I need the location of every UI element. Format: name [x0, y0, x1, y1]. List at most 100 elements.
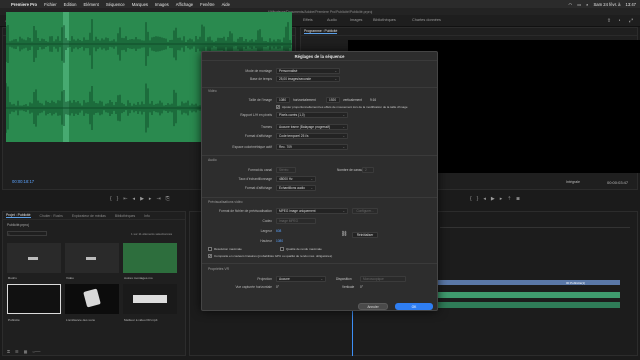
preview-height-input[interactable]: 1080 — [276, 239, 283, 243]
max-bit-depth-checkbox[interactable] — [208, 247, 212, 251]
vertical-view-label: Verticale — [342, 285, 355, 289]
tab-project[interactable]: Projet : Publicité — [6, 213, 31, 218]
play-icon[interactable]: ▶ — [140, 196, 144, 202]
lock-icon[interactable]: ⚿ — [7, 349, 10, 354]
frame-width-input[interactable]: 1080 — [276, 97, 290, 103]
search-icon: ⌕ — [8, 232, 10, 236]
menubar-time[interactable]: 13:47 — [626, 2, 636, 7]
linear-color-label: Composite en couleurs linéaires (probabi… — [214, 254, 333, 258]
workspace-tab-audio[interactable]: Audio — [327, 18, 337, 22]
editing-mode-select[interactable]: Personnalisé ⌄ — [276, 68, 340, 74]
quick-export-icon[interactable]: ⇧ — [606, 18, 612, 24]
menu-markers[interactable]: Marques — [132, 2, 148, 7]
link-icon[interactable]: ⛓ — [341, 231, 347, 237]
menu-window[interactable]: Fenêtre — [200, 2, 214, 7]
menu-sequence[interactable]: Séquence — [106, 2, 125, 7]
progress-icon[interactable]: ◔ — [616, 18, 622, 24]
tab-libraries[interactable]: Bibliothèques — [115, 214, 135, 218]
go-to-in-icon[interactable]: ⇤ — [123, 196, 127, 202]
prog-mark-in-icon[interactable]: { — [470, 196, 472, 202]
program-fit-select[interactable]: Intégrale — [566, 180, 580, 184]
step-forward-icon[interactable]: ▸ — [149, 196, 152, 202]
menu-view[interactable]: Affichage — [176, 2, 193, 7]
project-search-input[interactable]: ⌕ — [7, 231, 47, 236]
step-back-icon[interactable]: ◂ — [133, 196, 136, 202]
bin-thumb-video[interactable]: ▬ — [65, 243, 119, 273]
workspace-tab-graphics[interactable]: Images — [350, 18, 362, 22]
menu-file[interactable]: Fichier — [44, 2, 57, 7]
wifi-icon[interactable]: ◠ — [569, 2, 573, 7]
sequence-thumb-publicite[interactable] — [7, 284, 61, 314]
workspace-tab-libraries[interactable]: Bibliothèques — [373, 18, 396, 22]
program-duration[interactable]: 00:00:03:47 — [607, 180, 628, 185]
editing-mode-label: Mode de montage — [245, 69, 272, 73]
vertical-view-value[interactable]: 0° — [360, 285, 363, 289]
insert-icon[interactable]: ⎘ — [166, 196, 170, 202]
projection-select[interactable]: Aucune ⌄ — [276, 276, 326, 282]
search-icon[interactable]: ⌕ — [586, 2, 588, 7]
chevron-down-icon: ⌄ — [310, 177, 313, 181]
editing-mode-value: Personnalisé — [279, 69, 298, 73]
scale-motion-checkbox[interactable]: ✓ — [276, 105, 280, 109]
workspace-tab-effects[interactable]: Effets — [303, 18, 313, 22]
max-render-quality-checkbox[interactable] — [280, 247, 284, 251]
tab-bin-rushs[interactable]: Chutier : Rushs — [40, 214, 63, 218]
list-view-icon[interactable]: ☰ — [15, 349, 19, 354]
audio-display-format-select[interactable]: Echantillons audio ⌄ — [276, 185, 316, 191]
channel-format-select: Stéréo — [276, 167, 296, 173]
sample-rate-label: Taux d'échantillonnage — [238, 177, 272, 181]
dialog-title: Réglages de la séquence — [202, 52, 437, 61]
icon-view-icon[interactable]: ▦ — [24, 349, 28, 354]
clip-thumb-ambiance[interactable] — [65, 284, 119, 314]
fields-select[interactable]: Aucune trame (Balayage progressif) ⌄ — [276, 124, 348, 130]
captured-view-h-value[interactable]: 0° — [276, 285, 279, 289]
mark-out-icon[interactable]: } — [117, 196, 119, 202]
menu-edit[interactable]: Edition — [64, 2, 77, 7]
source-timecode[interactable]: 00:00:18:17 — [12, 179, 34, 184]
bin-thumb-rushs[interactable]: ▬ — [7, 243, 61, 273]
frame-height-input[interactable]: 1920 — [326, 97, 340, 103]
workspace-tab-captions[interactable]: Chartes données — [412, 18, 441, 22]
preview-format-select[interactable]: MPEG image uniquement ⌄ — [276, 208, 348, 214]
cancel-button[interactable]: Annuler — [358, 303, 388, 310]
vr-section-heading: Propriétés VR — [208, 267, 230, 271]
menubar-date[interactable]: Sam 24 févr. à — [594, 2, 621, 7]
camera-icon[interactable]: ◙ — [516, 196, 519, 202]
timebase-select[interactable]: 25,00 images/seconde ⌄ — [276, 76, 340, 82]
lift-icon[interactable]: ⇡ — [507, 196, 511, 202]
sequence-settings-dialog: Réglages de la séquence Mode de montage … — [201, 51, 438, 311]
zoom-slider[interactable]: ○── — [32, 349, 40, 354]
sequence-name-publicite: Publicité — [8, 318, 20, 322]
prog-step-back-icon[interactable]: ◂ — [483, 196, 486, 202]
pixel-aspect-select[interactable]: Pixels carrés (1,0) ⌄ — [276, 112, 348, 118]
go-to-out-icon[interactable]: ⇥ — [156, 196, 160, 202]
ok-button[interactable]: OK — [395, 303, 433, 310]
sample-rate-select[interactable]: 48000 Hz ⌄ — [276, 176, 316, 182]
prog-mark-out-icon[interactable]: } — [477, 196, 479, 202]
tab-info[interactable]: Info — [144, 214, 150, 218]
tab-program[interactable]: Programme : Publicité — [304, 29, 338, 34]
menu-clip[interactable]: Elément — [83, 2, 98, 7]
menu-graphics[interactable]: Images — [155, 2, 169, 7]
clip-thumb-video-fr[interactable] — [123, 284, 177, 314]
projection-value: Aucune — [279, 277, 290, 281]
preview-width-input[interactable]: 608 — [276, 229, 281, 233]
menu-app-name[interactable]: Premiere Pro — [11, 2, 37, 7]
color-space-select[interactable]: Rec. 709 ⌄ — [276, 144, 348, 150]
tab-media-browser[interactable]: Explorateur de médias — [72, 214, 106, 218]
prog-play-icon[interactable]: ▶ — [491, 196, 495, 202]
menu-help[interactable]: Aide — [222, 2, 230, 7]
fullscreen-icon[interactable]: ⤢ — [628, 18, 634, 24]
chevron-down-icon: ⌄ — [342, 113, 345, 117]
fields-value: Aucune trame (Balayage progressif) — [279, 125, 331, 129]
project-panel: Projet : Publicité Chutier : Rushs Explo… — [2, 211, 186, 356]
clip-thumb-montage[interactable] — [123, 243, 177, 273]
prog-step-forward-icon[interactable]: ▸ — [500, 196, 503, 202]
linear-color-checkbox[interactable]: ✓ — [208, 254, 212, 258]
display-format-select[interactable]: Code temporel 25 i/s ⌄ — [276, 133, 348, 139]
reset-button[interactable]: Réinitialiser — [352, 232, 378, 238]
mark-in-icon[interactable]: { — [110, 196, 112, 202]
timeline-ruler[interactable] — [440, 222, 630, 228]
battery-icon[interactable]: ▭ — [577, 2, 581, 7]
bin-name-rushs: Rushs — [8, 276, 17, 280]
